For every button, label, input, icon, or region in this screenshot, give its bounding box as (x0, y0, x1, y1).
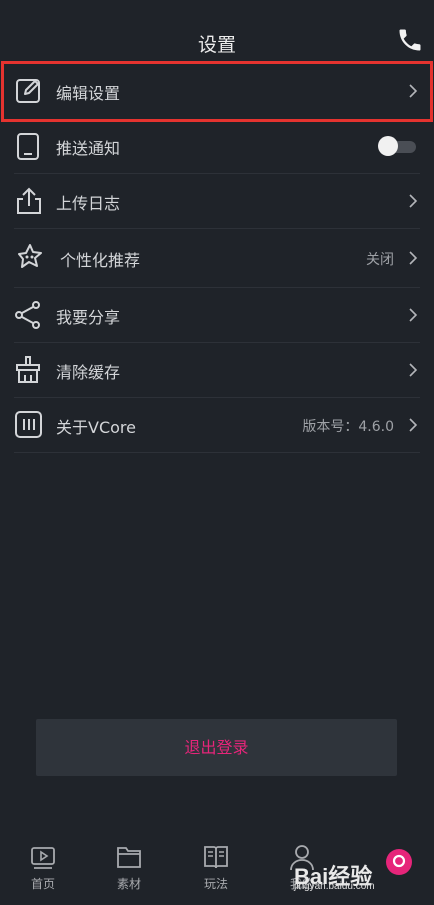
chevron-right-icon (408, 193, 418, 209)
tab-home[interactable]: 首页 (13, 843, 73, 903)
edit-icon (14, 77, 44, 105)
tab-materials[interactable]: 素材 (99, 843, 159, 903)
personalize-icon (14, 242, 44, 270)
chevron-right-icon (408, 417, 418, 433)
settings-item-label: 编辑设置 (56, 84, 121, 103)
header: 设置 (0, 20, 434, 64)
tab-label: 素材 (116, 877, 141, 891)
baidu-paw-icon (386, 849, 412, 875)
status-bar-left (18, 0, 128, 4)
upload-icon (14, 187, 44, 215)
settings-item-label: 推送通知 (56, 139, 121, 158)
settings-item-about[interactable]: 关于VCore 版本号：4.6.0 (14, 398, 420, 453)
tablet-icon (14, 132, 44, 160)
page-title: 设置 (197, 34, 236, 56)
settings-item-push-notification: 推送通知 (14, 119, 420, 174)
settings-item-clear-cache[interactable]: 清除缓存 (14, 343, 420, 398)
book-icon (202, 843, 230, 871)
settings-item-label: 个性化推荐 (60, 251, 141, 270)
watermark-url: jingyan.baidu.com (294, 881, 375, 892)
share-icon (14, 301, 44, 329)
tab-gameplay[interactable]: 玩法 (186, 843, 246, 903)
clear-cache-icon (14, 356, 44, 384)
chevron-right-icon (408, 307, 418, 323)
chevron-right-icon (408, 250, 418, 266)
version-number: 版本号：4.6.0 (302, 419, 394, 435)
settings-item-upload-log[interactable]: 上传日志 (14, 174, 420, 229)
logout-button[interactable]: 退出登录 (36, 719, 397, 776)
tab-label: 首页 (30, 877, 55, 891)
chevron-right-icon (408, 83, 418, 99)
phone-icon[interactable] (396, 26, 424, 54)
settings-item-share[interactable]: 我要分享 (14, 288, 420, 343)
settings-item-label: 关于VCore (56, 418, 136, 437)
toggle-knob (378, 136, 398, 156)
settings-list: 编辑设置 推送通知 上传日志 个性化推荐 关闭 我要分享 清除缓存 关于VCor… (0, 61, 434, 453)
settings-item-label: 上传日志 (56, 194, 121, 213)
play-screen-icon (29, 843, 57, 871)
baidu-jingyan-watermark: Bai经验 jingyan.baidu.com (294, 847, 414, 897)
settings-item-edit-settings[interactable]: 编辑设置 (1, 61, 433, 122)
status-bar-right (346, 0, 416, 4)
chevron-right-icon (408, 362, 418, 378)
about-icon (14, 411, 44, 439)
folder-icon (115, 843, 143, 871)
status-bar (0, 0, 434, 10)
push-notification-toggle[interactable] (378, 135, 418, 157)
settings-item-label: 清除缓存 (56, 363, 121, 382)
personalization-status: 关闭 (366, 252, 394, 268)
settings-item-personalized-recommendation[interactable]: 个性化推荐 关闭 (14, 229, 420, 288)
logout-label: 退出登录 (184, 738, 249, 757)
settings-item-label: 我要分享 (56, 308, 121, 327)
tab-label: 玩法 (203, 877, 228, 891)
